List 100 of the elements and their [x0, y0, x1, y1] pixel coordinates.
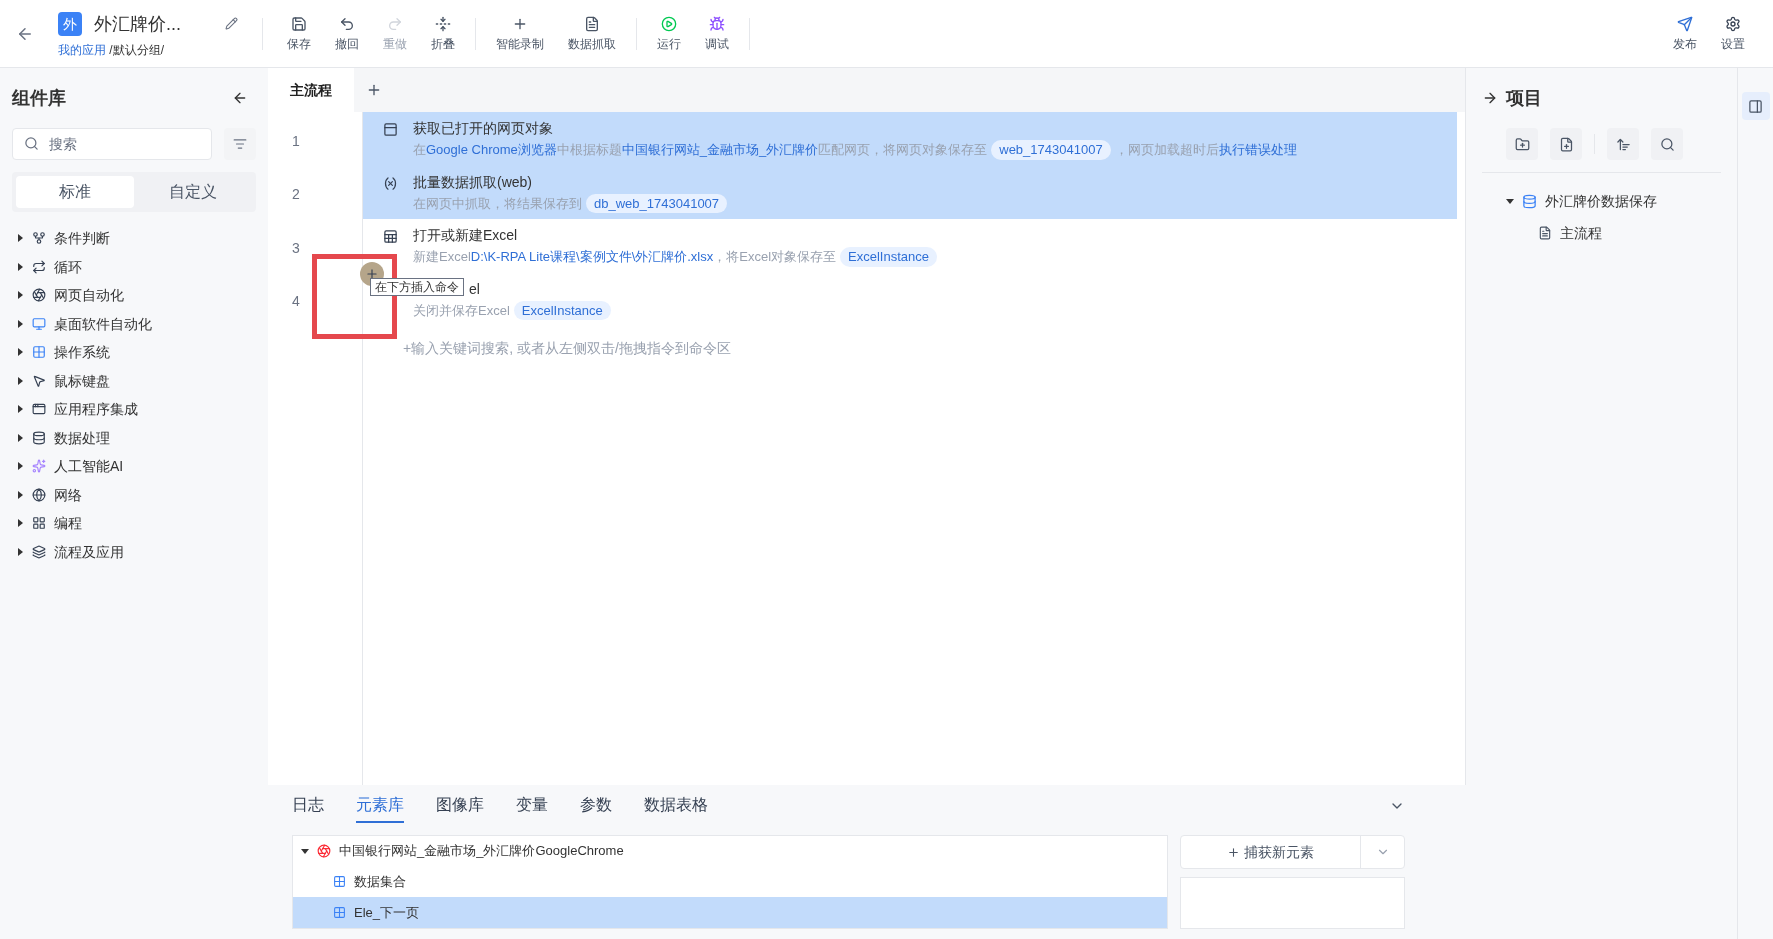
command-title: 打开或新建Excel [413, 226, 518, 245]
breadcrumb-path: /默认分组/ [108, 42, 164, 57]
line-number: 4 [291, 292, 301, 312]
panel-title: 项目 [1506, 87, 1542, 110]
sidebar-item[interactable]: 操作系统 [12, 338, 256, 367]
sidebar-item[interactable]: 流程及应用 [12, 537, 256, 566]
panel-icon [1748, 98, 1763, 114]
toolbar-button[interactable]: 智能录制 [484, 15, 556, 52]
sidebar-item[interactable]: 鼠标键盘 [12, 366, 256, 395]
command-title: 获取已打开的网页对象 [413, 119, 553, 138]
caret-icon[interactable] [1506, 197, 1514, 205]
caret-icon[interactable] [16, 262, 24, 271]
description-text: 关闭并保存Excel [413, 301, 510, 320]
sidebar-item[interactable]: 编程 [12, 509, 256, 538]
caret-icon[interactable] [16, 376, 24, 385]
grid-icon [32, 516, 46, 531]
line-number: 1 [291, 131, 301, 151]
sidebar-item[interactable]: 循环 [12, 252, 256, 281]
bottom-tab[interactable]: 数据表格 [644, 789, 708, 823]
spreadsheet-icon [383, 229, 398, 244]
caret-icon[interactable] [16, 490, 24, 499]
command-title: el [469, 279, 480, 299]
description-text: 匹配网页，将网页对象保存至 [818, 141, 988, 159]
sidebar-tab[interactable]: 自定义 [134, 176, 252, 208]
caret-icon[interactable] [16, 348, 24, 357]
publish-button[interactable]: 发布 [1661, 15, 1709, 52]
windows-icon [333, 875, 346, 888]
windows-icon [32, 345, 46, 360]
bottom-tab[interactable]: 元素库 [356, 789, 404, 823]
description-text: 中根据标题 [556, 141, 622, 159]
toolbar-button[interactable]: 调试 [693, 15, 741, 52]
browser-icon [32, 288, 46, 303]
sidebar-item[interactable]: 应用程序集成 [12, 395, 256, 424]
undo-icon [339, 15, 355, 32]
folder-plus-icon [1514, 136, 1530, 152]
element-tree-item[interactable]: 中国银行网站_金融市场_外汇牌价GoogleChrome [293, 836, 1167, 866]
bottom-tab[interactable]: 变量 [516, 789, 548, 823]
caret-icon[interactable] [16, 519, 24, 528]
caret-icon[interactable] [16, 319, 24, 328]
sidebar-item[interactable]: 网页自动化 [12, 281, 256, 310]
command-title: 批量数据抓取(web) [413, 172, 532, 192]
panel-tool-button[interactable] [1506, 128, 1538, 160]
description-text: ，网页加载超时后 [1114, 141, 1219, 159]
sparkle-icon [32, 459, 46, 474]
fold-icon [435, 15, 451, 32]
flow-tab[interactable]: 主流程 [268, 68, 354, 112]
windows-icon [333, 906, 346, 919]
element-tree-item[interactable]: Ele_下一页 [293, 897, 1167, 928]
caret-icon[interactable] [16, 433, 24, 442]
add-tab-icon[interactable] [366, 82, 382, 98]
settings-button[interactable]: 设置 [1709, 15, 1757, 52]
link-text[interactable]: D:\K-RPA Lite课程\案例文件\外汇牌价.xlsx [470, 247, 714, 267]
database-icon [32, 430, 46, 445]
tree-item[interactable]: 主流程 [1506, 217, 1721, 249]
toolbar-button[interactable]: 撤回 [323, 15, 371, 52]
sidebar-item[interactable]: 数据处理 [12, 423, 256, 452]
sidebar-item[interactable]: 网络 [12, 480, 256, 509]
toolbar-button[interactable]: 数据抓取 [556, 15, 628, 52]
side-panel-button[interactable] [1741, 92, 1770, 120]
toolbar-button[interactable]: 折叠 [419, 15, 467, 52]
caret-icon[interactable] [16, 234, 24, 243]
caret-icon[interactable] [16, 547, 24, 556]
variable-tag: db_web_1743041007 [586, 193, 728, 213]
command-row[interactable]: 批量数据抓取(web) 在网页中抓取，将结果保存到 db_web_1743041007 [363, 165, 1457, 219]
tree-item[interactable]: 外汇牌价数据保存 [1506, 185, 1721, 217]
paper-plane-icon [1677, 15, 1693, 32]
caret-icon[interactable] [16, 462, 24, 471]
search-field[interactable]: 搜索 [12, 128, 212, 160]
function-icon [383, 175, 398, 191]
panel-tool-button[interactable] [1550, 128, 1582, 160]
document-icon [584, 15, 600, 32]
sidebar-item[interactable]: 桌面软件自动化 [12, 309, 256, 338]
caret-icon[interactable] [16, 291, 24, 300]
collapse-icon[interactable] [232, 90, 248, 106]
window-icon [383, 122, 398, 137]
link-text[interactable]: 中国银行网站_金融市场_外汇牌价 [621, 140, 819, 160]
caret-icon[interactable] [16, 405, 24, 414]
expand-icon[interactable] [1482, 90, 1498, 106]
bottom-tab[interactable]: 图像库 [436, 789, 484, 823]
bottom-tab[interactable]: 参数 [580, 789, 612, 823]
panel-tool-button[interactable] [1607, 128, 1639, 160]
caret-icon[interactable] [301, 847, 309, 855]
description-text: 新建Excel [413, 248, 471, 266]
link-text[interactable]: 执行错误处理 [1218, 140, 1297, 160]
bottom-tab[interactable]: 日志 [292, 789, 324, 823]
panel-tool-button[interactable] [1651, 128, 1683, 160]
command-row[interactable]: 获取已打开的网页对象 在Google Chrome浏览器中根据标题中国银行网站_金融市场_外汇牌价匹配网页，将网页对象保存至 web_1743041007 ，网页加载超时后执行错误处理 [363, 112, 1457, 166]
sidebar-item[interactable]: 条件判断 [12, 224, 256, 253]
redo-icon [387, 15, 403, 32]
edit-icon[interactable] [225, 17, 238, 30]
link-text[interactable]: Google Chrome浏览器 [426, 140, 557, 160]
element-tree-item[interactable]: 数据集合 [293, 866, 1167, 897]
sidebar-item[interactable]: 人工智能AI [12, 452, 256, 481]
sidebar-tab[interactable]: 标准 [16, 176, 134, 208]
breadcrumb-link[interactable]: 我的应用 [58, 42, 106, 57]
toolbar-button[interactable]: 保存 [275, 15, 323, 52]
toolbar-button[interactable]: 运行 [645, 15, 693, 52]
layers-icon [32, 544, 46, 559]
plus-icon [365, 267, 379, 281]
search-icon [1659, 136, 1675, 152]
